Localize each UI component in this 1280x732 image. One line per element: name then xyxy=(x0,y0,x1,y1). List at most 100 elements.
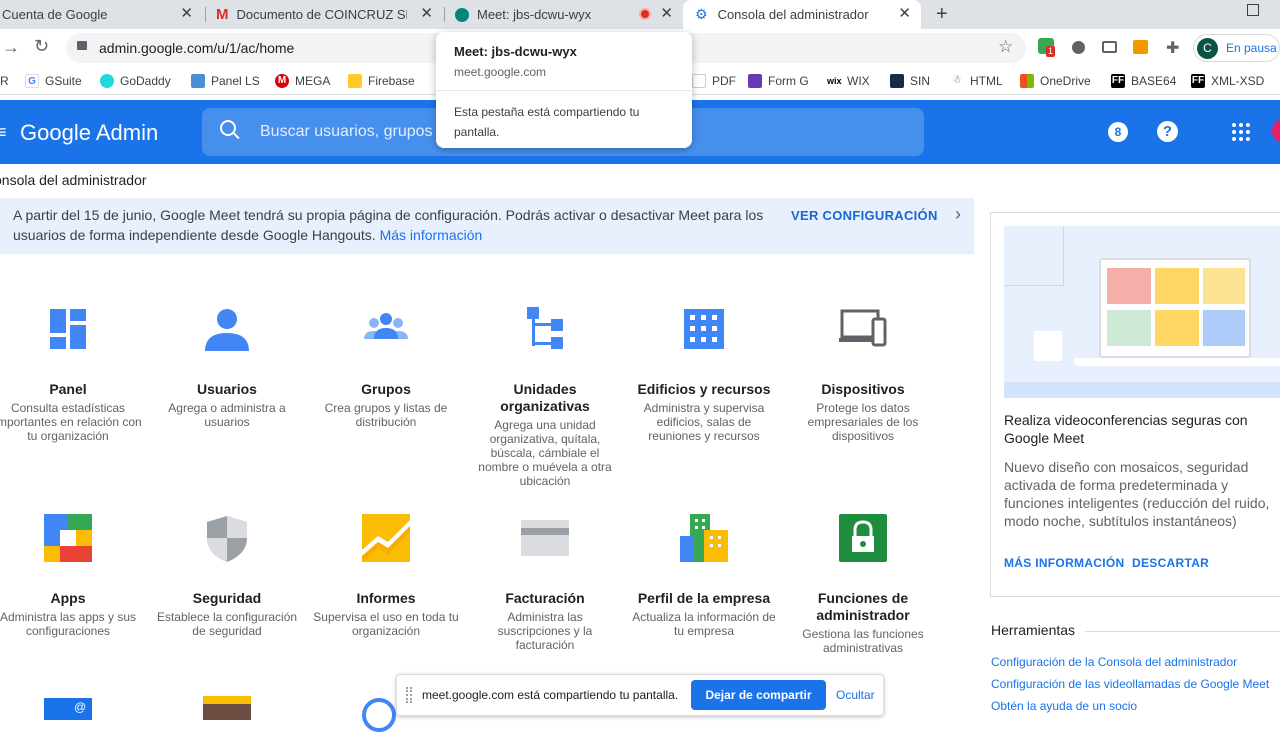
illustration-laptop-screen xyxy=(1099,258,1251,358)
card-title: Unidades organizativas xyxy=(500,381,590,414)
bookmark-godaddy[interactable]: GoDaddy xyxy=(100,72,171,90)
card-desc: Establece la configuración de seguridad xyxy=(156,610,298,638)
tab-gmail-document[interactable]: M Documento de COINCRUZ SRL - ✕ xyxy=(206,0,443,29)
bookmark-wix[interactable]: wix WIX xyxy=(827,72,870,90)
bookmark-panel-ls[interactable]: Panel LS xyxy=(191,72,260,90)
chevron-right-icon[interactable]: › xyxy=(955,204,961,225)
google-admin-logo[interactable]: Google Admin xyxy=(20,120,158,146)
help-icon[interactable]: ? xyxy=(1157,121,1178,142)
bookmark-onedrive[interactable]: OneDrive xyxy=(1020,72,1091,90)
card-title: Panel xyxy=(49,381,87,397)
card-admin-roles[interactable]: Funciones de administrador Gestiona las … xyxy=(788,514,938,655)
user-icon xyxy=(203,305,251,353)
meet-illustration xyxy=(1004,226,1280,398)
drag-handle-icon[interactable] xyxy=(406,687,412,703)
close-icon[interactable]: ✕ xyxy=(420,6,433,22)
promo-dismiss-button[interactable]: DESCARTAR xyxy=(1132,556,1209,570)
groups-icon xyxy=(362,305,410,353)
sin-icon xyxy=(890,74,904,88)
domains-icon[interactable]: @ xyxy=(44,698,92,720)
card-desc: Administra las apps y sus configuracione… xyxy=(0,610,137,638)
card-desc: Agrega o administra a usuarios xyxy=(168,401,286,429)
bookmark-html[interactable]: ☃ HTML xyxy=(950,72,1003,90)
card-title: Dispositivos xyxy=(821,381,905,397)
meet-promo-card: Realiza videoconferencias seguras con Go… xyxy=(990,212,1280,597)
bookmark-gsuite[interactable]: G GSuite xyxy=(25,72,82,90)
tab-google-account[interactable]: Cuenta de Google ✕ xyxy=(0,0,203,29)
card-org-units[interactable]: Unidades organizativas Agrega una unidad… xyxy=(470,305,620,488)
menu-icon[interactable]: ≡ xyxy=(0,122,7,143)
lock-icon xyxy=(77,41,87,50)
extensions-puzzle-icon[interactable]: ✚ xyxy=(1166,38,1179,58)
rules-icon[interactable] xyxy=(362,698,396,732)
godaddy-icon xyxy=(100,74,114,88)
bookmark-sin[interactable]: SIN xyxy=(890,72,930,90)
devices-icon xyxy=(839,305,887,353)
close-icon[interactable]: ✕ xyxy=(180,6,193,22)
credit-card-icon xyxy=(521,514,569,562)
window-restore-icon[interactable] xyxy=(1247,4,1259,16)
bookmark-pdf[interactable]: PDF xyxy=(692,72,736,90)
profile-button[interactable]: C En pausa xyxy=(1193,34,1280,62)
banner-more-info-link[interactable]: Más información xyxy=(380,227,483,243)
bookmark-xml-xsd[interactable]: FF XML-XSD xyxy=(1191,72,1264,90)
tab-title: Meet: jbs-dcwu-wyx xyxy=(477,7,592,22)
illustration-desk xyxy=(1004,382,1280,398)
card-security[interactable]: Seguridad Establece la configuración de … xyxy=(152,514,302,638)
forms-icon xyxy=(748,74,762,88)
card-buildings[interactable]: Edificios y recursos Administra y superv… xyxy=(629,305,779,443)
card-title: Apps xyxy=(50,590,86,606)
card-billing[interactable]: Facturación Administra las suscripciones… xyxy=(470,514,620,652)
bookmark-r[interactable]: R xyxy=(0,72,9,90)
tool-link-partner-help[interactable]: Obtén la ayuda de un socio xyxy=(991,699,1137,713)
share-message: meet.google.com está compartiendo tu pan… xyxy=(422,688,679,702)
card-devices[interactable]: Dispositivos Protege los datos empresari… xyxy=(788,305,938,443)
tab-admin-console[interactable]: ⚙ Consola del administrador ✕ xyxy=(683,0,921,29)
close-icon[interactable]: ✕ xyxy=(898,6,911,22)
support-badge-icon[interactable]: 8 xyxy=(1108,122,1128,142)
bookmark-base64[interactable]: FF BASE64 xyxy=(1111,72,1176,90)
stop-sharing-button[interactable]: Dejar de compartir xyxy=(691,680,826,710)
extension-cast-icon[interactable] xyxy=(1102,41,1117,53)
card-groups[interactable]: Grupos Crea grupos y listas de distribuc… xyxy=(311,305,461,429)
reports-chart-icon xyxy=(362,514,410,562)
video-tile xyxy=(1155,268,1199,304)
data-migration-icon[interactable] xyxy=(203,696,251,720)
new-tab-plus-icon[interactable]: + xyxy=(936,3,948,26)
pdf-icon xyxy=(692,74,706,88)
card-desc: Protege los datos empresariales de los d… xyxy=(807,401,919,443)
tab-title: Consola del administrador xyxy=(717,7,869,22)
admin-gear-icon: ⚙ xyxy=(695,6,708,22)
card-apps[interactable]: Apps Administra las apps y sus configura… xyxy=(0,514,143,638)
card-panel[interactable]: Panel Consulta estadísticas importantes … xyxy=(0,305,143,443)
hide-button[interactable]: Ocultar xyxy=(836,688,875,702)
lock-icon xyxy=(839,514,887,562)
bookmark-star-icon[interactable]: ☆ xyxy=(998,37,1013,57)
tool-link-meet-settings[interactable]: Configuración de las videollamadas de Go… xyxy=(991,677,1269,691)
forward-arrow-icon[interactable]: → xyxy=(2,37,20,58)
tool-link-admin-console-settings[interactable]: Configuración de la Consola del administ… xyxy=(991,655,1237,669)
apps-grid-icon[interactable] xyxy=(1232,123,1250,141)
bookmark-mega[interactable]: M MEGA xyxy=(275,72,330,90)
promo-title: Realiza videoconferencias seguras con Go… xyxy=(1004,412,1248,446)
tab-meet[interactable]: Meet: jbs-dcwu-wyx ✕ xyxy=(445,0,683,29)
promo-more-info-button[interactable]: MÁS INFORMACIÓN xyxy=(1004,556,1125,570)
close-icon[interactable]: ✕ xyxy=(660,6,673,22)
company-building-icon xyxy=(680,514,728,562)
card-company-profile[interactable]: Perfil de la empresa Actualiza la inform… xyxy=(629,514,779,638)
card-users[interactable]: Usuarios Agrega o administra a usuarios xyxy=(152,305,302,429)
bookmark-form-g[interactable]: Form G xyxy=(748,72,809,90)
view-settings-button[interactable]: VER CONFIGURACIÓN xyxy=(791,208,938,223)
illustration-window xyxy=(1004,226,1064,286)
bookmark-firebase[interactable]: Firebase xyxy=(348,72,415,90)
reload-icon[interactable]: ↻ xyxy=(34,36,49,57)
card-desc: Administra las suscripciones y la factur… xyxy=(497,610,593,652)
extension-shield-icon[interactable]: 1 xyxy=(1038,38,1056,57)
card-reports[interactable]: Informes Supervisa el uso en toda tu org… xyxy=(311,514,461,638)
divider xyxy=(1085,631,1280,632)
extension-bag-icon[interactable] xyxy=(1133,40,1148,54)
extension-circle-icon[interactable] xyxy=(1072,41,1085,54)
card-title: Seguridad xyxy=(192,590,262,606)
breadcrumb: onsola del administrador xyxy=(0,172,147,188)
account-avatar[interactable] xyxy=(1272,119,1280,143)
